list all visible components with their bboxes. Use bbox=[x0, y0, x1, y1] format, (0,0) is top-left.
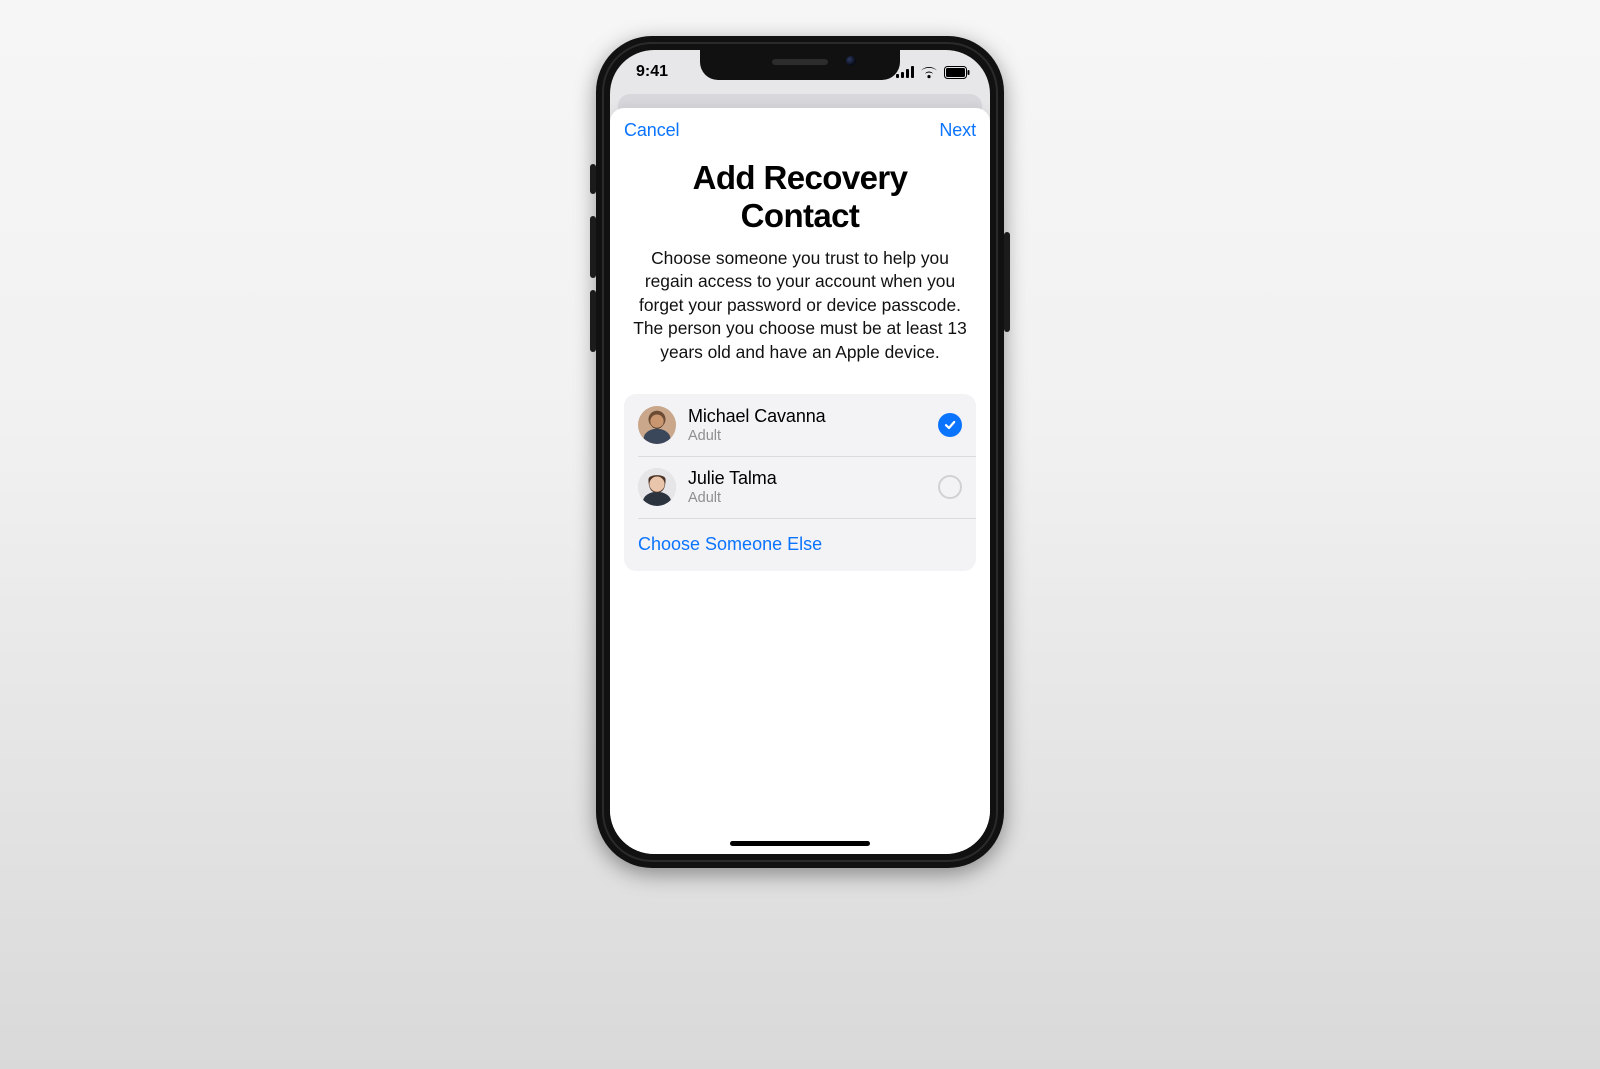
notch bbox=[700, 50, 900, 80]
contact-subtitle: Adult bbox=[688, 490, 938, 506]
volume-up-button bbox=[590, 216, 596, 278]
mute-switch bbox=[590, 164, 596, 194]
page-title: Add Recovery Contact bbox=[634, 159, 966, 235]
contact-name: Julie Talma bbox=[688, 468, 938, 489]
status-time: 9:41 bbox=[636, 63, 668, 81]
contact-name: Michael Cavanna bbox=[688, 406, 938, 427]
home-indicator[interactable] bbox=[730, 841, 870, 846]
checkmark-selected-icon[interactable] bbox=[938, 413, 962, 437]
battery-icon bbox=[944, 66, 970, 79]
radio-unselected-icon[interactable] bbox=[938, 475, 962, 499]
choose-someone-else-button[interactable]: Choose Someone Else bbox=[624, 518, 976, 571]
contact-row-julie[interactable]: Julie Talma Adult bbox=[624, 456, 976, 518]
contacts-card: Michael Cavanna Adult bbox=[624, 394, 976, 571]
avatar bbox=[638, 468, 676, 506]
contact-row-michael[interactable]: Michael Cavanna Adult bbox=[624, 394, 976, 456]
volume-down-button bbox=[590, 290, 596, 352]
cancel-button[interactable]: Cancel bbox=[624, 120, 679, 141]
speaker-grille bbox=[772, 59, 828, 65]
wifi-icon bbox=[920, 66, 938, 79]
avatar bbox=[638, 406, 676, 444]
screen: 9:41 bbox=[610, 50, 990, 854]
contact-subtitle: Adult bbox=[688, 428, 938, 444]
sheet-navbar: Cancel Next bbox=[610, 114, 990, 145]
phone-frame: 9:41 bbox=[596, 36, 1004, 868]
next-button[interactable]: Next bbox=[939, 120, 976, 141]
front-camera bbox=[846, 56, 856, 66]
page-description: Choose someone you trust to help you reg… bbox=[624, 247, 976, 364]
power-button bbox=[1004, 232, 1010, 332]
modal-sheet: Cancel Next Add Recovery Contact Choose … bbox=[610, 108, 990, 854]
